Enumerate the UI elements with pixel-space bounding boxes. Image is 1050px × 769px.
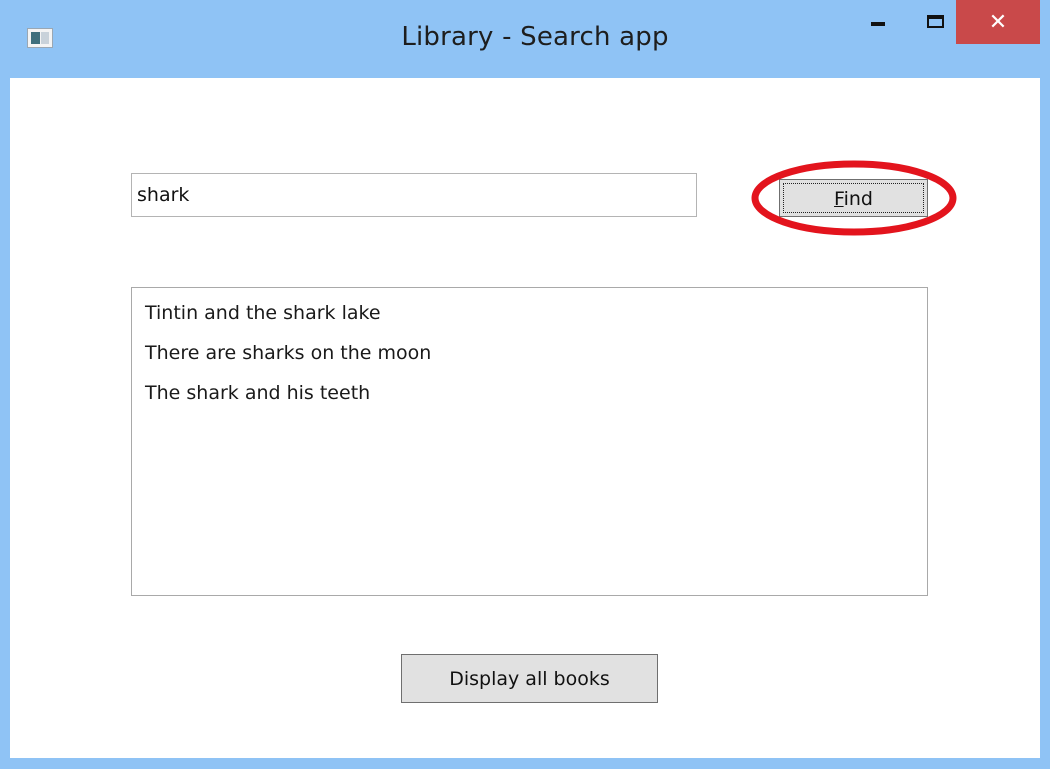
- display-all-books-button[interactable]: Display all books: [401, 654, 658, 703]
- maximize-icon: [926, 14, 944, 28]
- search-input[interactable]: [131, 173, 697, 217]
- minimize-icon: [871, 22, 885, 26]
- find-button[interactable]: Find: [779, 179, 928, 217]
- list-item[interactable]: The shark and his teeth: [132, 376, 927, 416]
- results-list[interactable]: Tintin and the shark lake There are shar…: [131, 287, 928, 596]
- close-icon: ✕: [988, 9, 1008, 35]
- app-window: Library - Search app ✕ Find Tintin and t…: [0, 0, 1050, 769]
- list-item[interactable]: There are sharks on the moon: [132, 336, 927, 376]
- title-bar[interactable]: Library - Search app ✕: [0, 0, 1050, 78]
- window-client-area: Find Tintin and the shark lake There are…: [10, 78, 1040, 758]
- list-item[interactable]: Tintin and the shark lake: [132, 296, 927, 336]
- minimize-button[interactable]: [855, 0, 901, 42]
- maximize-button[interactable]: [912, 0, 958, 42]
- close-button[interactable]: ✕: [956, 0, 1040, 44]
- find-button-label: Find: [834, 188, 873, 210]
